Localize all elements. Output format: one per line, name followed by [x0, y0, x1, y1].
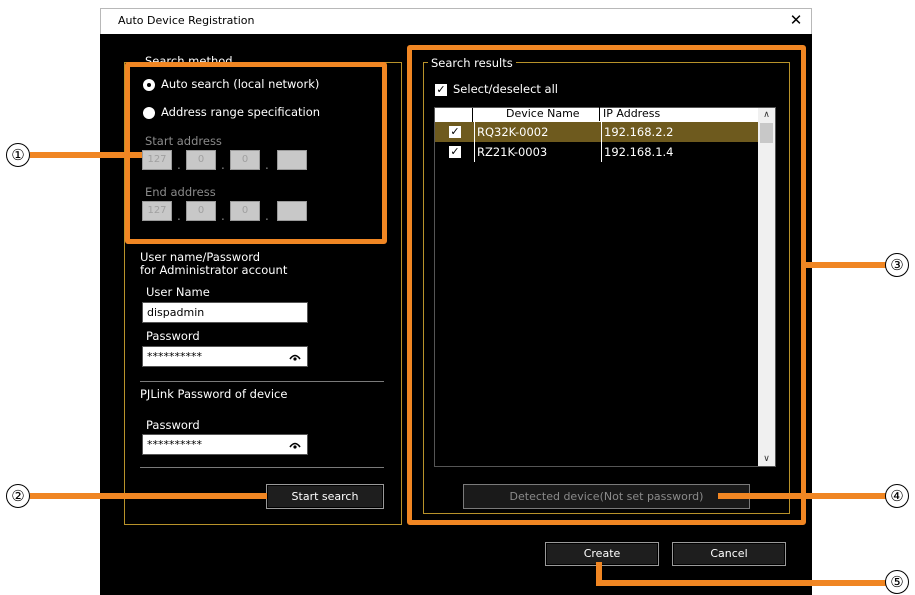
radio-auto-search-label[interactable]: Auto search (local network) — [161, 77, 319, 91]
callout-line-3 — [806, 262, 886, 268]
callout-marker-4: ④ — [885, 484, 909, 508]
start-search-button[interactable]: Start search — [266, 484, 384, 509]
callout-marker-3: ③ — [885, 253, 909, 277]
column-divider — [601, 122, 602, 162]
ip-dot: . — [221, 158, 225, 172]
end-ip-octet-4[interactable] — [277, 201, 307, 221]
ip-dot: . — [177, 158, 181, 172]
radio-address-range-label[interactable]: Address range specification — [161, 105, 320, 119]
divider — [140, 467, 384, 468]
ip-dot: . — [265, 158, 269, 172]
create-button[interactable]: Create — [545, 542, 659, 566]
create-label: Create — [583, 547, 621, 560]
pjlink-password-input[interactable]: ********** — [142, 434, 308, 455]
row-device-name: RQ32K-0002 — [477, 125, 549, 139]
scroll-down-icon[interactable]: ∨ — [758, 452, 775, 466]
scroll-thumb[interactable] — [760, 123, 773, 143]
start-address-label: Start address — [145, 134, 222, 148]
admin-password-label: Password — [146, 329, 200, 343]
radio-address-range[interactable] — [143, 107, 155, 119]
admin-password-value: ********** — [147, 350, 202, 363]
table-scrollbar[interactable] — [758, 108, 775, 466]
start-ip-octet-3[interactable]: 0 — [230, 150, 260, 170]
callout-line-5 — [596, 580, 886, 586]
start-ip-octet-4[interactable] — [277, 150, 307, 170]
select-all-checkbox[interactable]: ✓ — [435, 84, 447, 96]
radio-auto-search[interactable] — [143, 79, 155, 91]
column-divider — [474, 122, 475, 162]
callout-line-1 — [30, 152, 142, 158]
window-title: Auto Device Registration — [118, 14, 255, 27]
pjlink-password-label: Password — [146, 418, 200, 432]
ip-dot: . — [177, 209, 181, 223]
ip-dot: . — [221, 209, 225, 223]
divider — [140, 381, 384, 382]
end-ip-octet-2[interactable]: 0 — [186, 201, 216, 221]
pjlink-password-value: ********** — [147, 438, 202, 451]
detected-device-label: Detected device(Not set password) — [509, 490, 704, 503]
callout-line-4 — [718, 493, 886, 499]
username-label: User Name — [146, 285, 210, 299]
cancel-button[interactable]: Cancel — [672, 542, 786, 566]
callout-line-2 — [30, 493, 267, 499]
detected-device-button[interactable]: Detected device(Not set password) — [463, 484, 750, 509]
start-ip-octet-1[interactable]: 127 — [142, 150, 172, 170]
cancel-label: Cancel — [710, 547, 748, 560]
admin-heading-line2: for Administrator account — [140, 263, 288, 277]
search-results-label: Search results — [428, 56, 516, 70]
callout-marker-1: ① — [6, 143, 30, 167]
ip-dot: . — [265, 209, 269, 223]
show-password-icon[interactable] — [288, 349, 302, 363]
row-checkbox[interactable]: ✓ — [449, 126, 461, 138]
pjlink-heading: PJLink Password of device — [140, 387, 288, 401]
end-address-label: End address — [145, 185, 216, 199]
header-col-ip-address[interactable]: IP Address — [603, 107, 660, 120]
row-ip-address: 192.168.2.2 — [604, 125, 674, 139]
admin-heading-line1: User name/Password — [140, 250, 261, 264]
row-checkbox[interactable]: ✓ — [449, 146, 461, 158]
admin-password-input[interactable]: ********** — [142, 346, 308, 367]
show-pjlink-password-icon[interactable] — [288, 437, 302, 451]
callout-marker-5: ⑤ — [885, 570, 909, 594]
select-all-label[interactable]: Select/deselect all — [453, 82, 558, 96]
scroll-up-icon[interactable]: ∧ — [758, 108, 775, 122]
callout-marker-2: ② — [6, 484, 30, 508]
close-icon[interactable]: ✕ — [786, 10, 806, 30]
start-ip-octet-2[interactable]: 0 — [186, 150, 216, 170]
row-ip-address: 192.168.1.4 — [604, 145, 674, 159]
start-search-label: Start search — [291, 490, 359, 503]
header-col-check — [435, 108, 473, 122]
username-input[interactable]: dispadmin — [142, 302, 308, 323]
end-ip-octet-3[interactable]: 0 — [230, 201, 260, 221]
row-device-name: RZ21K-0003 — [477, 145, 548, 159]
header-col-device-name[interactable]: Device Name — [474, 107, 600, 121]
end-ip-octet-1[interactable]: 127 — [142, 201, 172, 221]
